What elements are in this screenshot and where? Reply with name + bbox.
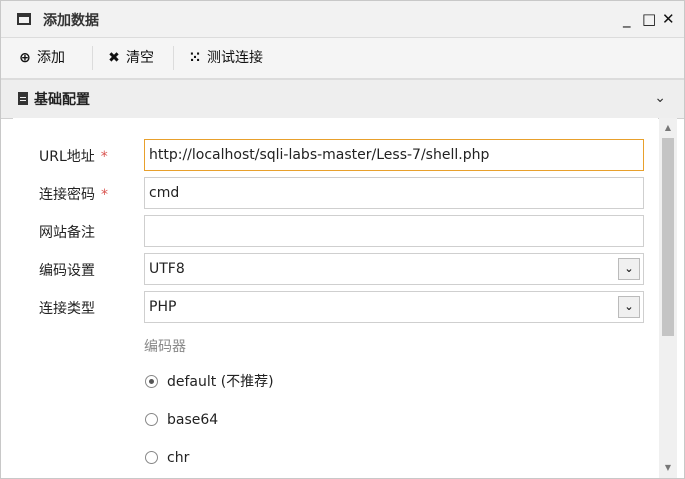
x-icon: ✖ xyxy=(108,50,120,66)
chevron-down-icon[interactable]: ⌄ xyxy=(618,296,640,318)
encoder-option-default[interactable]: default (不推荐) xyxy=(145,372,274,392)
password-label: 连接密码 * xyxy=(39,187,108,203)
add-label: 添加 xyxy=(37,50,65,66)
note-label: 网站备注 xyxy=(39,225,95,241)
encoding-label: 编码设置 xyxy=(39,263,95,279)
add-button[interactable]: ⊕ 添加 xyxy=(17,48,65,68)
type-label: 连接类型 xyxy=(39,301,95,317)
option-label: base64 xyxy=(167,412,219,428)
window-title: 添加数据 xyxy=(43,13,99,29)
url-label: URL地址 * xyxy=(39,149,108,165)
window-icon xyxy=(17,13,31,25)
title-bar[interactable]: 添加数据 _ □ ✕ xyxy=(1,1,684,38)
scroll-thumb[interactable] xyxy=(662,138,674,336)
basic-config-header[interactable]: 基础配置 ⌄ xyxy=(1,79,684,119)
document-icon xyxy=(18,92,28,105)
maximize-button[interactable]: □ xyxy=(642,9,656,29)
toolbar-divider xyxy=(173,46,174,70)
encoder-option-chr[interactable]: chr xyxy=(145,448,189,468)
scroll-up-icon[interactable]: ▲ xyxy=(659,120,677,136)
radio-unchecked-icon[interactable] xyxy=(145,412,158,426)
scroll-down-icon[interactable]: ▼ xyxy=(659,460,677,476)
radio-unchecked-icon[interactable] xyxy=(145,450,158,464)
scrollbar[interactable]: ▲ ▼ xyxy=(659,118,677,478)
type-select[interactable]: PHP ⌄ xyxy=(144,291,644,323)
encoding-select[interactable]: UTF8 ⌄ xyxy=(144,253,644,285)
toolbar-divider xyxy=(92,46,93,70)
minimize-button[interactable]: _ xyxy=(623,9,631,29)
chevron-down-icon[interactable]: ⌄ xyxy=(654,90,666,106)
encoder-option-base64[interactable]: base64 xyxy=(145,410,218,430)
url-input[interactable]: http://localhost/sqli-labs-master/Less-7… xyxy=(144,139,644,171)
toolbar: ⊕ 添加 ✖ 清空 ⁙ 测试连接 xyxy=(1,38,684,79)
clear-label: 清空 xyxy=(126,50,154,66)
spinner-icon: ⁙ xyxy=(189,50,201,66)
test-connection-button[interactable]: ⁙ 测试连接 xyxy=(187,48,263,68)
option-label: default (不推荐) xyxy=(167,374,274,390)
add-data-window: 添加数据 _ □ ✕ ⊕ 添加 ✖ 清空 ⁙ 测试连接 基础配置 ⌄ URL地址 * h… xyxy=(0,0,685,479)
radio-checked-icon[interactable] xyxy=(145,374,158,388)
clear-button[interactable]: ✖ 清空 xyxy=(106,48,154,68)
option-label: chr xyxy=(167,450,190,466)
plus-circle-icon: ⊕ xyxy=(19,50,31,66)
basic-config-form: URL地址 * http://localhost/sqli-labs-master… xyxy=(13,118,658,478)
note-input[interactable] xyxy=(144,215,644,247)
type-value: PHP xyxy=(149,299,177,315)
test-connection-label: 测试连接 xyxy=(207,50,263,66)
chevron-down-icon[interactable]: ⌄ xyxy=(618,258,640,280)
encoder-label: 编码器 xyxy=(144,339,186,355)
password-input[interactable]: cmd xyxy=(144,177,644,209)
encoding-value: UTF8 xyxy=(149,261,185,277)
close-button[interactable]: ✕ xyxy=(662,9,675,29)
panel-title: 基础配置 xyxy=(34,92,90,108)
